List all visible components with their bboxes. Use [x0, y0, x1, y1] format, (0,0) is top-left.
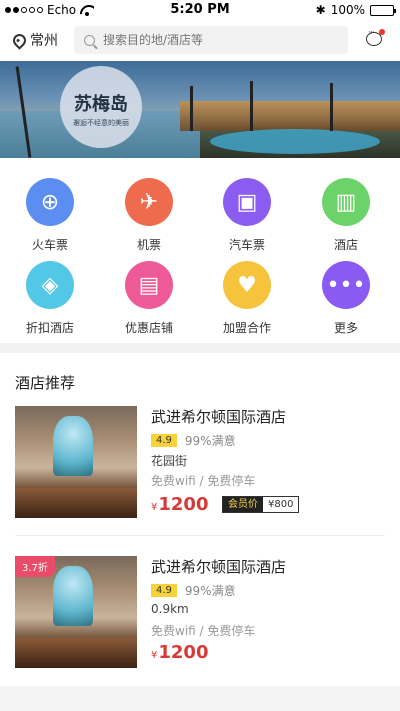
category-label: 优惠店铺	[124, 321, 173, 335]
train-icon: ⊕	[26, 178, 74, 226]
hotel-card[interactable]: 3.7折 武进希尔顿国际酒店 4.9 99%满意 0.9km 免费wifi / …	[0, 556, 400, 686]
city-name: 常州	[30, 33, 58, 49]
hotel-facilities: 免费wifi / 免费停车	[151, 474, 256, 488]
category-label: 更多	[333, 321, 358, 335]
hotel-price: ¥1200	[151, 642, 208, 663]
satisfaction-text: 99%满意	[184, 434, 236, 448]
location-pin-icon	[10, 30, 29, 50]
search-bar[interactable]	[74, 26, 348, 54]
currency-symbol: ¥	[151, 650, 158, 661]
member-label: 会员价	[223, 497, 263, 512]
promo-banner[interactable]: 苏梅岛 邂逅不经意的美丽	[0, 61, 400, 158]
category-flight[interactable]: ✈ 机票	[99, 178, 199, 253]
hotel-name: 武进希尔顿国际酒店	[151, 408, 287, 426]
hotel-rating: 4.9 99%满意	[151, 432, 236, 449]
category-franchise[interactable]: ♥ 加盟合作	[197, 261, 297, 336]
battery-icon	[370, 4, 396, 16]
plane-icon: ✈	[125, 178, 173, 226]
shop-icon: ▤	[125, 261, 173, 309]
bottom-strip	[0, 686, 400, 711]
notification-dot	[379, 29, 385, 35]
hotel-thumbnail	[15, 406, 137, 518]
hotel-name: 武进希尔顿国际酒店	[151, 558, 287, 576]
banner-resort	[180, 101, 400, 131]
category-hotel[interactable]: ▥ 酒店	[296, 178, 396, 253]
banner-badge: 苏梅岛 邂逅不经意的美丽	[60, 66, 142, 148]
category-label: 酒店	[333, 238, 358, 252]
palm-tree	[330, 83, 333, 131]
hotel-rating: 4.9 99%满意	[151, 582, 236, 599]
category-bus[interactable]: ▣ 汽车票	[197, 178, 297, 253]
banner-pool	[210, 129, 380, 154]
category-discount-hotel[interactable]: ◈ 折扣酒店	[0, 261, 100, 336]
card-divider	[15, 535, 385, 536]
price-value: 1200	[158, 642, 209, 663]
score-badge: 4.9	[151, 434, 177, 447]
category-train[interactable]: ⊕ 火车票	[0, 178, 100, 253]
hotel-price: ¥1200	[151, 494, 208, 515]
category-grid: ⊕ 火车票 ✈ 机票 ▣ 汽车票 ▥ 酒店 ◈ 折扣酒店 ▤ 优惠店铺 ♥ 加盟…	[0, 170, 400, 340]
hotel-thumbnail: 3.7折	[15, 556, 137, 668]
discount-tag: 3.7折	[15, 556, 55, 577]
category-label: 折扣酒店	[25, 321, 74, 335]
discount-tag-icon: ◈	[26, 261, 74, 309]
section-title: 酒店推荐	[15, 374, 76, 392]
category-label: 机票	[136, 238, 161, 252]
banner-title: 苏梅岛	[74, 94, 128, 115]
member-price-badge: 会员价 ¥800	[222, 496, 300, 513]
category-label: 加盟合作	[222, 321, 271, 335]
hotel-facilities: 免费wifi / 免费停车	[151, 624, 256, 638]
palm-tree	[190, 86, 193, 131]
search-icon	[84, 34, 95, 46]
message-icon[interactable]	[366, 28, 385, 46]
bus-icon: ▣	[223, 178, 271, 226]
currency-symbol: ¥	[151, 502, 158, 513]
section-separator	[0, 343, 400, 353]
score-badge: 4.9	[151, 584, 177, 597]
status-bar: Echo 5:20 PM ✱ 100%	[0, 0, 400, 20]
city-selector[interactable]: 常州	[10, 30, 58, 50]
hotel-area: 花园街	[151, 454, 188, 468]
price-value: 1200	[158, 494, 209, 515]
member-price: ¥800	[263, 497, 299, 512]
status-right: ✱ 100%	[315, 3, 396, 17]
search-header: 常州	[0, 22, 400, 58]
satisfaction-text: 99%满意	[184, 584, 236, 598]
bluetooth-icon: ✱	[315, 3, 326, 17]
more-icon: •••	[322, 261, 370, 309]
category-label: 汽车票	[228, 238, 265, 252]
hotel-distance: 0.9km	[151, 602, 189, 616]
battery-percent: 100%	[330, 3, 365, 17]
hotel-icon: ▥	[322, 178, 370, 226]
palm-tree	[250, 81, 253, 131]
banner-subtitle: 邂逅不经意的美丽	[73, 119, 129, 127]
category-label: 火车票	[31, 238, 68, 252]
category-more[interactable]: ••• 更多	[296, 261, 396, 336]
category-shop[interactable]: ▤ 优惠店铺	[99, 261, 199, 336]
handshake-icon: ♥	[223, 261, 271, 309]
hotel-card[interactable]: 武进希尔顿国际酒店 4.9 99%满意 花园街 免费wifi / 免费停车 ¥1…	[0, 406, 400, 536]
search-input[interactable]	[103, 33, 323, 47]
